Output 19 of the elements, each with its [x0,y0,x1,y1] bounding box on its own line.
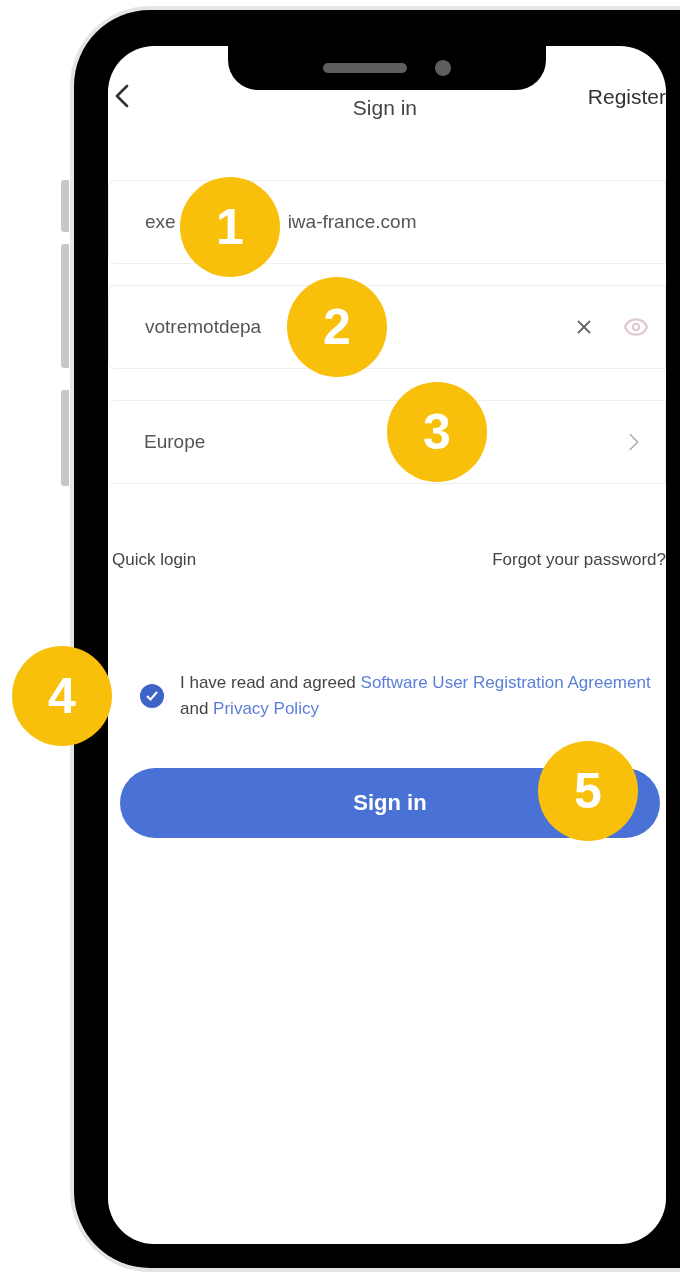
check-icon [146,691,158,701]
camera-dot [435,60,451,76]
forgot-password-link[interactable]: Forgot your password? [492,550,666,570]
quick-login-link[interactable]: Quick login [112,550,197,570]
screen-title: Sign in [352,96,417,120]
number-marker: 2 [287,277,387,377]
number-marker: 4 [12,646,112,746]
number-marker: 5 [538,741,638,841]
number-marker: 3 [387,382,487,482]
agreement-text: I have read and agreed Software User Registration Agreement and Privacy Policy [180,672,652,720]
number-marker: 1 [180,177,280,277]
region-value: Europe [144,431,206,453]
email-value: iwa-france.com [287,211,417,233]
agreement-checkbox[interactable] [140,684,164,708]
register-link[interactable]: Register [587,85,666,109]
agreement-link[interactable]: Software User Registration Agreement [360,673,651,692]
password-value: votremotdepa [145,316,262,338]
email-value: exe [145,211,176,233]
privacy-policy-link[interactable]: Privacy Policy [213,699,319,718]
